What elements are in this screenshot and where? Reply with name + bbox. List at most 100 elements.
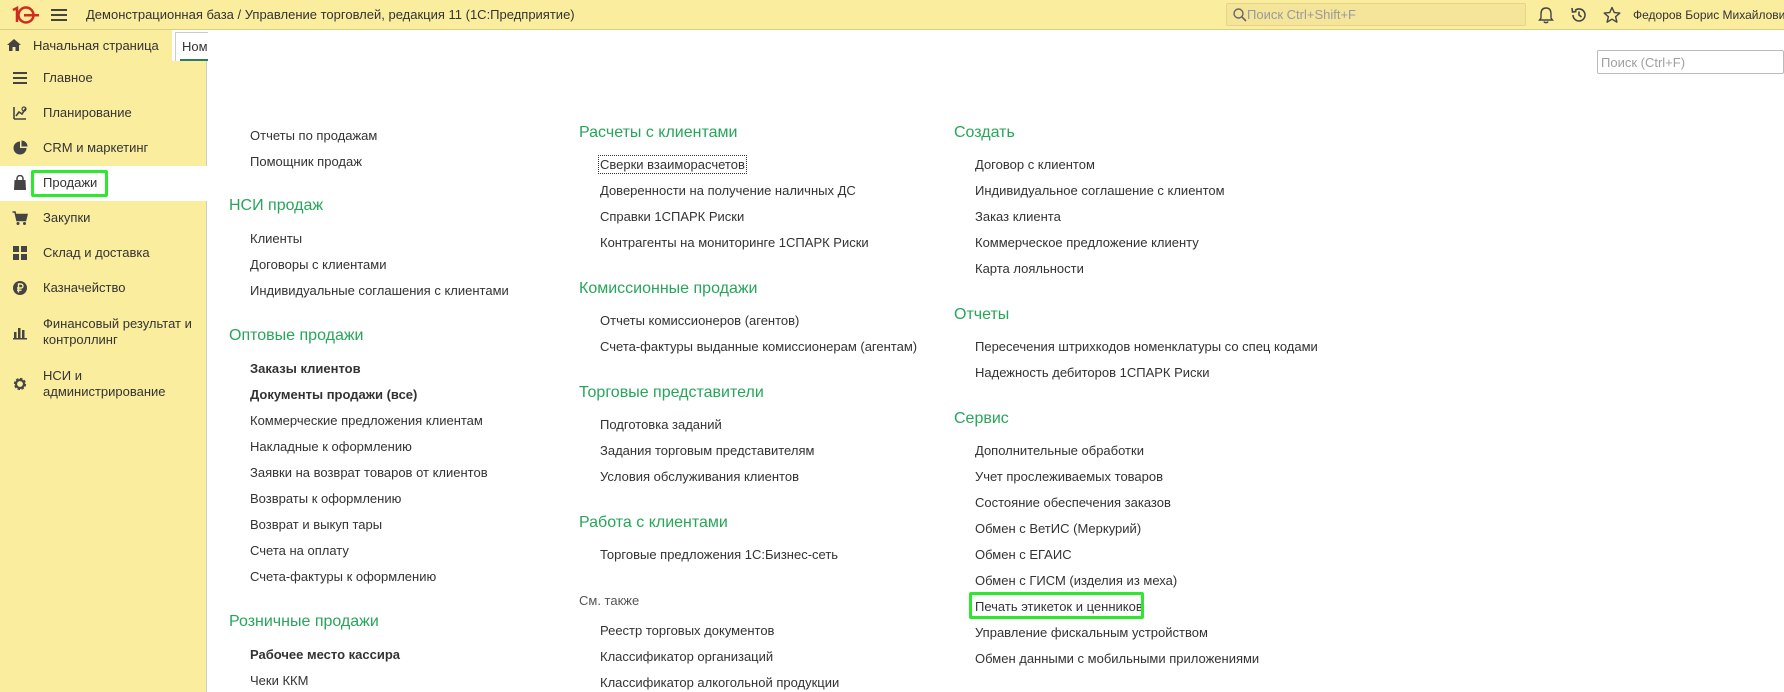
link-agent-reports[interactable]: Отчеты комиссионеров (агентов)	[600, 313, 799, 328]
cart-icon	[12, 211, 28, 225]
link-clients[interactable]: Клиенты	[250, 231, 302, 246]
user-name[interactable]: Федоров Борис Михайлович	[1633, 8, 1784, 22]
sidebar-item-label-line1: Финансовый результат и	[43, 316, 192, 331]
link-debtor-reliability[interactable]: Надежность дебиторов 1СПАРК Риски	[975, 365, 1210, 380]
link-cashier-workplace[interactable]: Рабочее место кассира	[250, 647, 400, 662]
sales-highlight-box	[31, 170, 108, 197]
sidebar-item-label: Главное	[43, 70, 93, 85]
planning-icon	[13, 106, 27, 120]
link-return-requests[interactable]: Заявки на возврат товаров от клиентов	[250, 465, 488, 480]
group-title-retail: Розничные продажи	[229, 613, 379, 630]
link-tax-invoices-to-issue[interactable]: Счета-фактуры к оформлению	[250, 569, 436, 584]
sidebar-item-purchases[interactable]: Закупки	[0, 201, 207, 236]
hamburger-icon	[13, 72, 27, 84]
history-icon[interactable]	[1569, 5, 1589, 25]
link-create-offer[interactable]: Коммерческое предложение клиенту	[975, 235, 1199, 250]
link-client-contracts[interactable]: Договоры с клиентами	[250, 257, 386, 272]
sidebar-item-crm[interactable]: CRM и маркетинг	[0, 131, 207, 166]
link-rep-tasks[interactable]: Задания торговым представителям	[600, 443, 814, 458]
tab-current[interactable]: Номенклатура	[175, 32, 210, 61]
tab-current-label: Номенклатура	[182, 39, 209, 54]
print-labels-highlight-box	[969, 592, 1144, 619]
local-search[interactable]	[1597, 50, 1784, 74]
sidebar-item-admin[interactable]: НСИ и администрирование	[0, 358, 207, 410]
link-vetis-exchange[interactable]: Обмен с ВетИС (Меркурий)	[975, 521, 1141, 536]
group-title-service: Сервис	[954, 410, 1009, 427]
bell-icon[interactable]	[1536, 5, 1556, 25]
sidebar-item-label: НСИ и администрирование	[43, 368, 166, 400]
sidebar-item-planning[interactable]: Планирование	[0, 96, 207, 131]
link-kkm-receipts[interactable]: Чеки ККМ	[250, 673, 308, 688]
link-agent-tax-invoices[interactable]: Счета-фактуры выданные комиссионерам (аг…	[600, 339, 917, 354]
bar-chart-icon	[13, 328, 27, 340]
sidebar-item-treasury[interactable]: Казначейство	[0, 271, 207, 306]
link-commercial-offers[interactable]: Коммерческие предложения клиентам	[250, 413, 483, 428]
link-sales-documents[interactable]: Документы продажи (все)	[250, 387, 417, 402]
link-reconciliations[interactable]: Сверки взаиморасчетов	[598, 155, 747, 174]
sidebar-item-label: Финансовый результат и контроллинг	[43, 316, 192, 348]
link-mobile-exchange[interactable]: Обмен данными с мобильными приложениями	[975, 651, 1259, 666]
group-title-sales-reps: Торговые представители	[579, 384, 764, 401]
local-search-input[interactable]	[1598, 51, 1783, 73]
link-create-agreement[interactable]: Индивидуальное соглашение с клиентом	[975, 183, 1225, 198]
sidebar-item-main[interactable]: Главное	[0, 61, 207, 96]
search-icon	[1233, 8, 1247, 22]
group-title-client-work: Работа с клиентами	[579, 514, 728, 531]
link-business-network-offers[interactable]: Торговые предложения 1С:Бизнес-сеть	[600, 547, 838, 562]
link-fiscal-device[interactable]: Управление фискальным устройством	[975, 625, 1208, 640]
link-individual-agreements[interactable]: Индивидуальные соглашения с клиентами	[250, 283, 509, 298]
sidebar-item-label: CRM и маркетинг	[43, 140, 149, 155]
shopping-bag-icon	[14, 175, 26, 190]
global-search-input[interactable]	[1247, 5, 1517, 24]
group-title-create: Создать	[954, 124, 1015, 141]
link-create-loyalty-card[interactable]: Карта лояльности	[975, 261, 1084, 276]
group-title-reports: Отчеты	[954, 306, 1010, 323]
warehouse-icon	[13, 246, 27, 260]
sidebar-item-label-line1: НСИ и	[43, 368, 82, 383]
home-icon	[7, 39, 21, 51]
link-create-order[interactable]: Заказ клиента	[975, 209, 1061, 224]
sidebar-item-label: Склад и доставка	[43, 245, 150, 260]
link-traceable-goods[interactable]: Учет прослеживаемых товаров	[975, 469, 1163, 484]
sidebar-item-label-line2: контроллинг	[43, 332, 118, 347]
link-cash-powers-of-attorney[interactable]: Доверенности на получение наличных ДС	[600, 183, 856, 198]
link-sales-reports[interactable]: Отчеты по продажам	[250, 128, 377, 143]
link-sales-assistant[interactable]: Помощник продаж	[250, 154, 362, 169]
1c-logo-icon[interactable]	[10, 5, 40, 25]
main-menu-icon[interactable]	[51, 9, 67, 21]
link-barcode-intersections[interactable]: Пересечения штрихкодов номенклатуры со с…	[975, 339, 1318, 354]
group-title-nsi: НСИ продаж	[229, 197, 324, 214]
link-create-contract[interactable]: Договор с клиентом	[975, 157, 1095, 172]
global-search[interactable]	[1226, 3, 1526, 26]
sidebar-item-warehouse[interactable]: Склад и доставка	[0, 236, 207, 271]
link-invoices-to-issue[interactable]: Накладные к оформлению	[250, 439, 412, 454]
link-order-provision[interactable]: Состояние обеспечения заказов	[975, 495, 1171, 510]
link-org-classifier[interactable]: Классификатор организаций	[600, 649, 773, 664]
gear-icon	[13, 377, 27, 391]
link-egais-exchange[interactable]: Обмен с ЕГАИС	[975, 547, 1072, 562]
link-spark-reports[interactable]: Справки 1СПАРК Риски	[600, 209, 744, 224]
group-title-settlements: Расчеты с клиентами	[579, 124, 738, 141]
home-page-label: Начальная страница	[33, 38, 159, 53]
app-title: Демонстрационная база / Управление торго…	[86, 7, 575, 22]
link-task-preparation[interactable]: Подготовка заданий	[600, 417, 722, 432]
link-returns-to-issue[interactable]: Возвраты к оформлению	[250, 491, 401, 506]
link-payment-invoices[interactable]: Счета на оплату	[250, 543, 349, 558]
group-title-commission: Комиссионные продажи	[579, 280, 758, 297]
sidebar-item-label: Планирование	[43, 105, 132, 120]
link-trade-docs-registry[interactable]: Реестр торговых документов	[600, 623, 774, 638]
link-alcohol-classifier[interactable]: Классификатор алкогольной продукции	[600, 675, 839, 690]
link-spark-monitoring[interactable]: Контрагенты на мониторинге 1СПАРК Риски	[600, 235, 869, 250]
ruble-coin-icon	[13, 281, 27, 295]
home-page-tab[interactable]: Начальная страница	[0, 30, 172, 61]
link-service-conditions[interactable]: Условия обслуживания клиентов	[600, 469, 799, 484]
group-title-see-also: См. также	[579, 593, 640, 608]
link-client-orders[interactable]: Заказы клиентов	[250, 361, 361, 376]
sidebar-item-label: Закупки	[43, 210, 91, 225]
sidebar-item-financial-result[interactable]: Финансовый результат и контроллинг	[0, 306, 207, 358]
link-container-return[interactable]: Возврат и выкуп тары	[250, 517, 382, 532]
link-gism-exchange[interactable]: Обмен с ГИСМ (изделия из меха)	[975, 573, 1177, 588]
star-icon[interactable]	[1602, 5, 1622, 25]
sections-panel: Главное Планирование CRM и маркетинг Про…	[0, 61, 207, 692]
link-additional-processing[interactable]: Дополнительные обработки	[975, 443, 1144, 458]
